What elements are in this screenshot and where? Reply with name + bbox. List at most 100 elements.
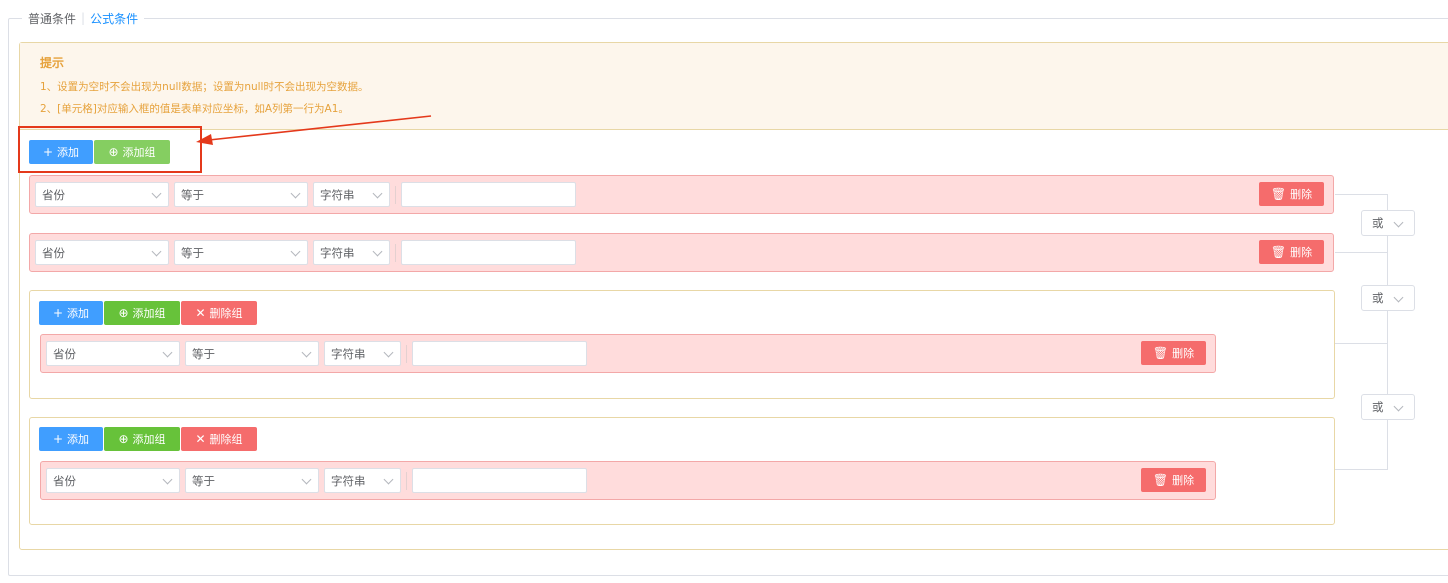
logic-select-value: 或	[1372, 400, 1384, 414]
field-select[interactable]: 省份	[35, 240, 169, 265]
delete-group-button-label: 删除组	[209, 307, 243, 320]
type-select-value: 字符串	[320, 245, 355, 260]
group-add-button[interactable]: + 添加	[39, 427, 103, 451]
type-select-value: 字符串	[320, 187, 355, 202]
group-add-group-button[interactable]: ⊕ 添加组	[104, 301, 180, 325]
operator-select[interactable]: 等于	[174, 240, 308, 265]
add-group-button[interactable]: ⊕ 添加组	[94, 140, 170, 164]
delete-button-label: 删除	[1172, 347, 1195, 360]
plus-circle-icon: ⊕	[108, 145, 119, 159]
field-select-value: 省份	[42, 245, 65, 260]
connector-line	[1335, 469, 1387, 470]
field-select-value: 省份	[53, 346, 76, 361]
delete-group-button[interactable]: ✕ 删除组	[181, 427, 257, 451]
divider	[406, 345, 407, 363]
add-group-button-label: 添加组	[122, 146, 156, 159]
condition-tabs: 普通条件 | 公式条件	[22, 10, 145, 27]
divider	[395, 186, 396, 204]
delete-group-button[interactable]: ✕ 删除组	[181, 301, 257, 325]
trash-icon: 🗑	[1152, 473, 1169, 487]
type-select[interactable]: 字符串	[324, 341, 401, 366]
operator-select-value: 等于	[192, 346, 215, 361]
plus-icon: +	[42, 145, 54, 159]
chevron-down-icon	[162, 347, 173, 358]
chevron-down-icon	[301, 474, 312, 485]
operator-select[interactable]: 等于	[185, 341, 319, 366]
connector-line	[1335, 343, 1387, 344]
condition-row: 省份 等于 字符串 🗑 删除	[40, 461, 1216, 500]
tip-title: 提示	[40, 56, 65, 70]
chevron-down-icon	[1393, 292, 1404, 303]
condition-group: + 添加 ⊕ 添加组 ✕ 删除组 省份 等于 字符串 🗑 删除	[29, 417, 1335, 525]
operator-select[interactable]: 等于	[185, 468, 319, 493]
condition-group: + 添加 ⊕ 添加组 ✕ 删除组 省份 等于 字符串 🗑 删除	[29, 290, 1335, 399]
plus-circle-icon: ⊕	[118, 306, 129, 320]
plus-icon: +	[52, 306, 64, 320]
type-select-value: 字符串	[331, 346, 366, 361]
delete-button-label: 删除	[1290, 188, 1313, 201]
operator-select-value: 等于	[181, 245, 204, 260]
trash-icon: 🗑	[1152, 346, 1169, 360]
trash-icon: 🗑	[1270, 187, 1287, 201]
field-select[interactable]: 省份	[46, 468, 180, 493]
chevron-down-icon	[290, 246, 301, 257]
add-button-label: 添加	[57, 146, 80, 159]
value-input[interactable]	[401, 182, 576, 207]
group-add-group-button-label: 添加组	[132, 433, 166, 446]
group-add-button[interactable]: + 添加	[39, 301, 103, 325]
tab-formula-condition[interactable]: 公式条件	[90, 10, 138, 27]
connector-line	[1335, 194, 1387, 195]
chevron-down-icon	[301, 347, 312, 358]
divider	[395, 244, 396, 262]
chevron-down-icon	[151, 246, 162, 257]
delete-button[interactable]: 🗑 删除	[1259, 240, 1324, 264]
tip-line-1: 1、设置为空时不会出现为null数据；设置为null时不会出现为空数据。	[40, 81, 369, 93]
annotation-arrow-icon	[196, 115, 432, 145]
field-select[interactable]: 省份	[35, 182, 169, 207]
chevron-down-icon	[372, 188, 383, 199]
logic-select[interactable]: 或	[1361, 394, 1415, 420]
value-input[interactable]	[401, 240, 576, 265]
chevron-down-icon	[383, 347, 394, 358]
logic-select[interactable]: 或	[1361, 285, 1415, 311]
condition-row: 省份 等于 字符串 🗑 删除	[29, 233, 1334, 272]
add-button[interactable]: + 添加	[29, 140, 93, 164]
tab-normal-condition[interactable]: 普通条件	[28, 10, 76, 27]
condition-row: 省份 等于 字符串 🗑 删除	[40, 334, 1216, 373]
trash-icon: 🗑	[1270, 245, 1287, 259]
close-icon: ✕	[195, 306, 206, 320]
field-select-value: 省份	[42, 187, 65, 202]
logic-select[interactable]: 或	[1361, 210, 1415, 236]
chevron-down-icon	[151, 188, 162, 199]
chevron-down-icon	[1393, 401, 1404, 412]
chevron-down-icon	[383, 474, 394, 485]
logic-select-value: 或	[1372, 216, 1384, 230]
delete-button-label: 删除	[1172, 474, 1195, 487]
chevron-down-icon	[1393, 217, 1404, 228]
field-select[interactable]: 省份	[46, 341, 180, 366]
tab-separator: |	[81, 11, 86, 25]
plus-icon: +	[52, 432, 64, 446]
plus-circle-icon: ⊕	[118, 432, 129, 446]
logic-select-value: 或	[1372, 291, 1384, 305]
close-icon: ✕	[195, 432, 206, 446]
delete-button-label: 删除	[1290, 246, 1313, 259]
value-input[interactable]	[412, 468, 587, 493]
condition-row: 省份 等于 字符串 🗑 删除	[29, 175, 1334, 214]
value-input[interactable]	[412, 341, 587, 366]
delete-group-button-label: 删除组	[209, 433, 243, 446]
field-select-value: 省份	[53, 473, 76, 488]
delete-button[interactable]: 🗑 删除	[1141, 468, 1206, 492]
type-select[interactable]: 字符串	[313, 240, 390, 265]
delete-button[interactable]: 🗑 删除	[1259, 182, 1324, 206]
group-add-group-button[interactable]: ⊕ 添加组	[104, 427, 180, 451]
operator-select-value: 等于	[181, 187, 204, 202]
group-add-button-label: 添加	[67, 307, 90, 320]
type-select[interactable]: 字符串	[324, 468, 401, 493]
operator-select[interactable]: 等于	[174, 182, 308, 207]
chevron-down-icon	[372, 246, 383, 257]
chevron-down-icon	[290, 188, 301, 199]
type-select[interactable]: 字符串	[313, 182, 390, 207]
delete-button[interactable]: 🗑 删除	[1141, 341, 1206, 365]
operator-select-value: 等于	[192, 473, 215, 488]
